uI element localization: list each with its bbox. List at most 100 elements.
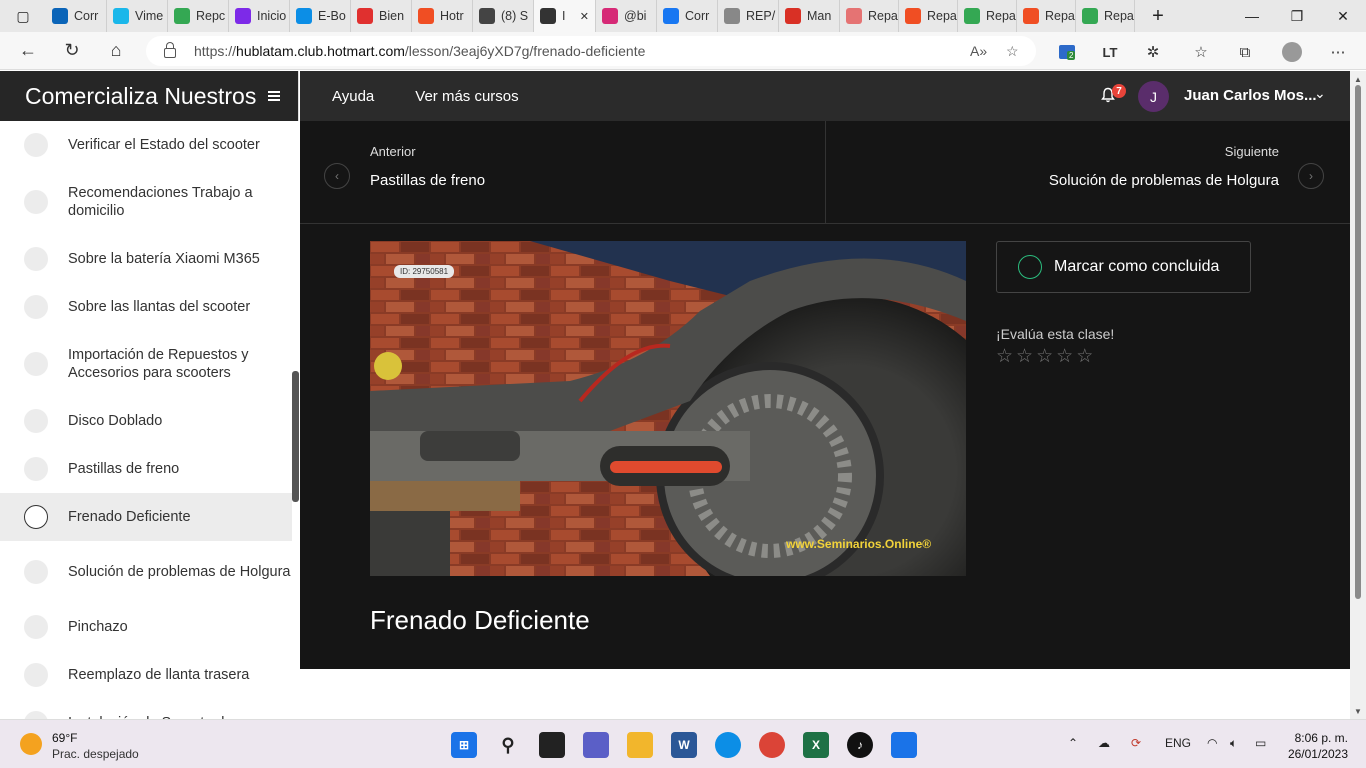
weather-icon[interactable] <box>20 733 42 755</box>
close-tab-icon[interactable]: ✕ <box>580 10 589 23</box>
browser-tab[interactable]: REP/ <box>718 0 779 32</box>
new-tab-button[interactable]: + <box>1135 0 1181 32</box>
tiktok-icon[interactable]: ♪ <box>847 732 873 758</box>
refresh-button[interactable]: ↻ <box>50 32 94 70</box>
lesson-item[interactable]: Importación de Repuestos y Accesorios pa… <box>0 331 292 397</box>
lesson-status-circle-icon[interactable] <box>24 711 48 719</box>
file-explorer-icon[interactable] <box>627 732 653 758</box>
prev-lesson-link[interactable]: Pastillas de freno <box>370 172 485 189</box>
more-menu-icon[interactable]: ⋯ <box>1326 43 1350 61</box>
search-icon[interactable]: ⚲ <box>495 732 521 758</box>
lesson-item[interactable]: Pastillas de freno <box>0 445 292 493</box>
lesson-item[interactable]: Frenado Deficiente <box>0 493 292 541</box>
next-arrow-icon[interactable]: › <box>1298 163 1324 189</box>
extension-lt-icon[interactable]: LT <box>1098 43 1122 61</box>
chevron-down-icon[interactable]: ⌄ <box>1314 85 1326 102</box>
sync-icon[interactable]: ⟳ <box>1131 736 1141 750</box>
lesson-status-circle-icon[interactable] <box>24 505 48 529</box>
cloud-icon[interactable]: ☁ <box>1098 736 1110 750</box>
browser-tab[interactable]: Repa <box>1017 0 1076 32</box>
prev-arrow-icon[interactable]: ‹ <box>324 163 350 189</box>
lesson-item[interactable]: Reemplazo de llanta trasera <box>0 651 292 699</box>
star-icon[interactable]: ☆ <box>1076 347 1093 367</box>
star-icon[interactable]: ☆ <box>1036 347 1053 367</box>
teams-chat-icon[interactable] <box>583 732 609 758</box>
next-lesson-link[interactable]: Solución de problemas de Holgura <box>1049 172 1279 189</box>
browser-tab[interactable]: Hotr <box>412 0 473 32</box>
avatar[interactable]: J <box>1138 81 1169 112</box>
lesson-status-circle-icon[interactable] <box>24 560 48 584</box>
browser-tab[interactable]: Corr <box>46 0 107 32</box>
mark-complete-button[interactable]: Marcar como concluida <box>996 241 1251 293</box>
star-icon[interactable]: ☆ <box>1056 347 1073 367</box>
browser-tab[interactable]: Repc <box>168 0 229 32</box>
lesson-status-circle-icon[interactable] <box>24 409 48 433</box>
browser-tab[interactable]: Bien <box>351 0 412 32</box>
browser-tab[interactable]: Vime <box>107 0 168 32</box>
lesson-item[interactable]: Sobre la batería Xiaomi M365 <box>0 235 292 283</box>
video-player[interactable]: ID: 29750581 www.Seminarios.Online® <box>370 241 966 576</box>
tab-actions-icon[interactable]: ▢ <box>0 0 46 32</box>
lock-icon[interactable] <box>164 42 176 58</box>
lesson-status-circle-icon[interactable] <box>24 615 48 639</box>
browser-tab[interactable]: Repa <box>840 0 899 32</box>
notepad-icon[interactable] <box>891 732 917 758</box>
read-aloud-icon[interactable]: A» <box>970 43 987 59</box>
lesson-status-circle-icon[interactable] <box>24 663 48 687</box>
browser-tab[interactable]: E-Bo <box>290 0 351 32</box>
windows-start-icon[interactable]: ⊞ <box>451 732 477 758</box>
lesson-item[interactable]: Instalación de Soporte de <box>0 699 292 719</box>
hamburger-menu-icon[interactable] <box>268 91 281 101</box>
chrome-icon[interactable] <box>759 732 785 758</box>
lesson-status-circle-icon[interactable] <box>24 247 48 271</box>
volume-icon[interactable]: 🔈︎ <box>1230 736 1237 751</box>
user-name[interactable]: Juan Carlos Mos... <box>1184 87 1317 104</box>
lesson-status-circle-icon[interactable] <box>24 457 48 481</box>
url-text[interactable]: https://hublatam.club.hotmart.com/lesson… <box>194 43 645 59</box>
page-scrollbar[interactable]: ▲ ▼ <box>1350 71 1366 719</box>
browser-tab[interactable]: (8) S <box>473 0 534 32</box>
extension-devtools-icon[interactable]: 2 <box>1055 43 1079 61</box>
more-courses-link[interactable]: Ver más cursos <box>415 88 518 105</box>
task-view-icon[interactable] <box>539 732 565 758</box>
maximize-button[interactable]: ❐ <box>1274 0 1320 32</box>
home-button[interactable]: ⌂ <box>94 32 138 70</box>
lesson-item[interactable]: Pinchazo <box>0 603 292 651</box>
battery-icon[interactable]: ▭ <box>1255 736 1266 750</box>
back-button[interactable]: ← <box>6 32 50 70</box>
browser-tab[interactable]: Man <box>779 0 840 32</box>
help-link[interactable]: Ayuda <box>332 88 374 105</box>
favorites-icon[interactable]: ☆ <box>1189 43 1213 61</box>
clock[interactable]: 8:06 p. m. 26/01/2023 <box>1282 730 1348 762</box>
sidebar-scrollbar[interactable] <box>292 121 299 719</box>
minimize-button[interactable]: — <box>1229 0 1275 32</box>
lesson-item[interactable]: Recomendaciones Trabajo a domicilio <box>0 169 292 235</box>
browser-tab[interactable]: Inicio <box>229 0 290 32</box>
wifi-icon[interactable]: ◠ <box>1207 736 1217 750</box>
rating-stars[interactable]: ☆ ☆ ☆ ☆ ☆ <box>996 347 1093 367</box>
browser-tab[interactable]: Repa <box>899 0 958 32</box>
lesson-item[interactable]: Solución de problemas de Holgura <box>0 541 292 603</box>
address-bar[interactable]: https://hublatam.club.hotmart.com/lesson… <box>146 36 1036 66</box>
browser-tab[interactable]: @bi <box>596 0 657 32</box>
browser-tab[interactable]: I ✕ <box>534 0 596 32</box>
lesson-status-circle-icon[interactable] <box>24 295 48 319</box>
favorite-add-icon[interactable]: ☆ <box>1006 43 1019 60</box>
excel-icon[interactable]: X <box>803 732 829 758</box>
star-icon[interactable]: ☆ <box>1016 347 1033 367</box>
lesson-status-circle-icon[interactable] <box>24 352 48 376</box>
weather-description[interactable]: Prac. despejado <box>52 747 139 761</box>
star-icon[interactable]: ☆ <box>996 347 1013 367</box>
lesson-item[interactable]: Disco Doblado <box>0 397 292 445</box>
browser-tab[interactable]: Repa <box>1076 0 1135 32</box>
browser-tab[interactable]: Corr <box>657 0 718 32</box>
lesson-status-circle-icon[interactable] <box>24 190 48 214</box>
language-indicator[interactable]: ENG <box>1165 736 1191 750</box>
temperature[interactable]: 69°F <box>52 731 77 745</box>
close-window-button[interactable]: ✕ <box>1320 0 1366 32</box>
word-icon[interactable]: W <box>671 732 697 758</box>
collections-icon[interactable]: ⧉ <box>1233 43 1257 61</box>
profile-icon[interactable] <box>1280 42 1304 62</box>
chevron-up-icon[interactable]: ⌃ <box>1068 736 1078 750</box>
video-frame[interactable] <box>370 241 966 576</box>
